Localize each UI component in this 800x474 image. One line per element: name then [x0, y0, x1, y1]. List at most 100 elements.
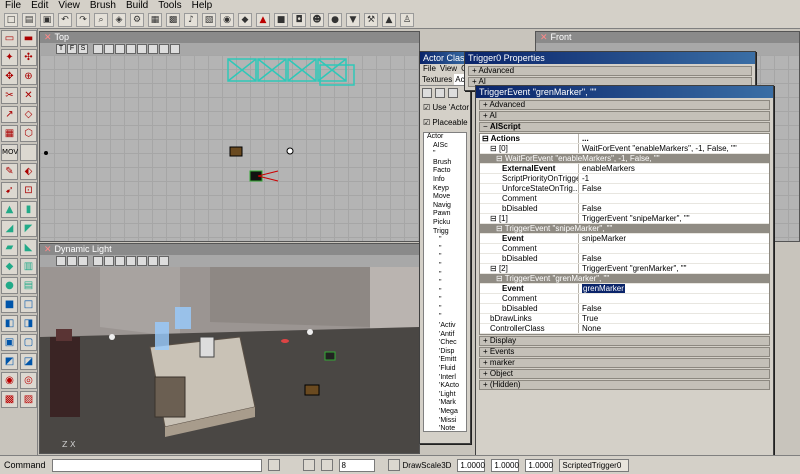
undo-icon[interactable]: ↶: [58, 12, 72, 27]
use-actor-checkbox[interactable]: ☑ Use 'Actor: [420, 100, 470, 116]
trigger-actor-icon[interactable]: [229, 146, 243, 157]
filter-icon[interactable]: ▼: [346, 12, 360, 27]
camera-icon[interactable]: ◘: [292, 12, 306, 27]
scale-y-input[interactable]: 1.0000: [491, 458, 520, 472]
trigger-event-window[interactable]: TriggerEvent "grenMarker", "" + Advanced…: [475, 85, 774, 469]
tree-item[interactable]: Facto: [427, 167, 466, 176]
scripted-trigger-icon[interactable]: [249, 170, 263, 182]
vertex-edit-icon[interactable]: ▬: [20, 30, 37, 47]
property-row[interactable]: Comment: [480, 244, 769, 254]
pin-icon[interactable]: ⬖: [20, 163, 37, 180]
terrain-icon[interactable]: ◆: [238, 12, 252, 27]
tree-item[interactable]: 'KActo: [427, 382, 466, 391]
wait-for-event-header[interactable]: ⊟ WaitForEvent "enableMarkers", -1, Fals…: [480, 154, 769, 164]
folder-icon[interactable]: [422, 88, 432, 98]
viewport-option-button[interactable]: [78, 256, 88, 266]
tree-item[interactable]: Pawn: [427, 210, 466, 219]
property-value[interactable]: snipeMarker: [578, 234, 769, 243]
blank-tool-icon[interactable]: [20, 144, 37, 161]
show-selected-icon[interactable]: ◉: [1, 372, 18, 389]
viewport-option-button[interactable]: [56, 256, 66, 266]
property-row[interactable]: bDrawLinks True: [480, 314, 769, 324]
property-row[interactable]: UnforceStateOnTrig... False: [480, 184, 769, 194]
new-icon[interactable]: □: [4, 12, 18, 27]
top-viewport[interactable]: ✕ Top T F S: [39, 31, 420, 242]
texture-icon[interactable]: ▧: [202, 12, 216, 27]
search-icon[interactable]: ⌕: [94, 12, 108, 27]
spiral-icon[interactable]: ◤: [20, 220, 37, 237]
triangle-icon[interactable]: ▲: [256, 12, 270, 27]
property-row[interactable]: Event snipeMarker: [480, 234, 769, 244]
property-value[interactable]: False: [578, 254, 769, 263]
add-special-icon[interactable]: ◪: [20, 353, 37, 370]
close-icon[interactable]: ✕: [540, 32, 548, 43]
mov-icon[interactable]: MOV: [1, 144, 18, 161]
tree-item[interactable]: ": [427, 305, 466, 314]
viewport-option-button[interactable]: [159, 256, 169, 266]
property-row[interactable]: bDisabled False: [480, 304, 769, 314]
texture-pan-icon[interactable]: ✥: [1, 68, 18, 85]
viewport-option-button[interactable]: [93, 256, 103, 266]
property-value[interactable]: [578, 194, 769, 203]
perspective-scene[interactable]: Z X: [40, 267, 419, 453]
property-value[interactable]: enableMarkers: [578, 164, 769, 173]
command-go-button[interactable]: [267, 459, 280, 471]
save-icon[interactable]: ▣: [40, 12, 54, 27]
actor-class-title[interactable]: Actor Clas: [420, 52, 470, 64]
expand-icon[interactable]: −: [483, 122, 490, 131]
tree-item[interactable]: Move: [427, 193, 466, 202]
menu-view[interactable]: View: [440, 64, 457, 74]
tree-item[interactable]: 'Mark: [427, 399, 466, 408]
command-input[interactable]: [51, 458, 262, 472]
property-value[interactable]: None: [578, 324, 769, 333]
viewport-brush-button[interactable]: [137, 44, 147, 54]
menu-build[interactable]: Build: [121, 0, 153, 11]
property-section[interactable]: + Object: [479, 369, 770, 379]
tree-item[interactable]: Trigg: [427, 228, 466, 237]
actions-row[interactable]: ⊟ Actions...: [480, 134, 769, 144]
tree-item[interactable]: 'Activ: [427, 322, 466, 331]
expand-icon[interactable]: +: [483, 358, 490, 367]
sphere-icon[interactable]: ●: [328, 12, 342, 27]
property-value[interactable]: False: [578, 184, 769, 193]
actor-icon[interactable]: ☻: [310, 12, 324, 27]
section-advanced[interactable]: + Advanced: [468, 66, 752, 76]
intersect-icon[interactable]: ◧: [1, 315, 18, 332]
scale-x-input[interactable]: 1.0000: [457, 458, 486, 472]
viewport-texture-button[interactable]: [115, 44, 125, 54]
viewport-cull-button[interactable]: [159, 44, 169, 54]
deintersect-icon[interactable]: ◨: [20, 315, 37, 332]
trigger-event-title[interactable]: TriggerEvent "grenMarker", "": [476, 86, 773, 98]
tree-item[interactable]: AISc: [427, 142, 466, 151]
tree-item[interactable]: 'Missi: [427, 417, 466, 426]
tree-item[interactable]: ": [427, 279, 466, 288]
polygon-icon[interactable]: ◇: [20, 106, 37, 123]
property-value[interactable]: [578, 244, 769, 253]
person-icon[interactable]: ♙: [400, 12, 414, 27]
property-value[interactable]: False: [578, 304, 769, 313]
antiportal-icon[interactable]: ▢: [20, 334, 37, 351]
eye-icon[interactable]: ◉: [220, 12, 234, 27]
tree-item[interactable]: 'Disp: [427, 348, 466, 357]
viewport-option-button[interactable]: [67, 256, 77, 266]
menu-file[interactable]: File: [423, 64, 436, 74]
save-icon[interactable]: [448, 88, 458, 98]
tree-item[interactable]: ": [427, 150, 466, 159]
close-icon[interactable]: ✕: [44, 244, 52, 255]
property-row[interactable]: ExternalEvent enableMarkers: [480, 164, 769, 174]
brush-clip-icon[interactable]: ✂: [1, 87, 18, 104]
tree-item[interactable]: ": [427, 236, 466, 245]
viewport-side-button[interactable]: S: [78, 44, 88, 54]
face-drag-icon[interactable]: ✕: [20, 87, 37, 104]
close-icon[interactable]: ✕: [44, 32, 52, 43]
viewport-option-button[interactable]: [137, 256, 147, 266]
cylinder-icon[interactable]: ▮: [20, 201, 37, 218]
property-row[interactable]: ControllerClass None: [480, 324, 769, 334]
viewport-option-button[interactable]: [126, 256, 136, 266]
terrain-brush-icon[interactable]: ▤: [20, 277, 37, 294]
play-icon[interactable]: ▲: [382, 12, 396, 27]
tree-item[interactable]: 'Emitt: [427, 356, 466, 365]
tree-item[interactable]: 'Mega: [427, 408, 466, 417]
gren-event-header[interactable]: ⊟ TriggerEvent "grenMarker", "": [480, 274, 769, 284]
tree-item[interactable]: 'Note: [427, 425, 466, 431]
